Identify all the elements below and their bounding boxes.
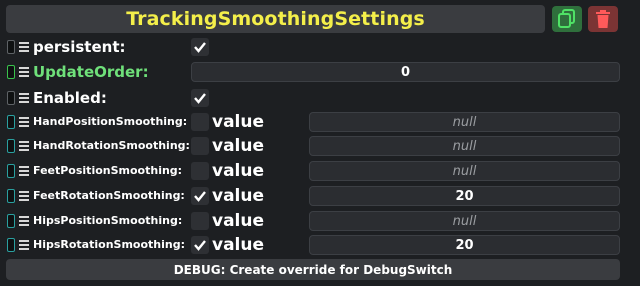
drag-handle[interactable]: [7, 91, 15, 105]
trash-icon: [596, 10, 610, 28]
field-row-feet-position-smoothing: FeetPositionSmoothing: value null: [0, 159, 640, 183]
field-row-hips-rotation-smoothing: HipsRotationSmoothing: value 20: [0, 233, 640, 257]
field-menu-icon[interactable]: [19, 240, 29, 250]
field-menu-icon[interactable]: [19, 166, 29, 176]
value-label: value: [212, 136, 265, 156]
field-row-hips-position-smoothing: HipsPositionSmoothing: value null: [0, 209, 640, 233]
smoothing-value-field[interactable]: null: [309, 112, 620, 132]
field-menu-icon[interactable]: [19, 117, 29, 127]
drag-handle[interactable]: [7, 164, 15, 178]
field-menu-icon[interactable]: [19, 141, 29, 151]
field-label: UpdateOrder:: [33, 63, 149, 81]
field-menu-icon[interactable]: [19, 42, 29, 52]
field-menu-icon[interactable]: [19, 216, 29, 226]
duplicate-button[interactable]: [552, 6, 582, 32]
checkmark-icon: [194, 240, 206, 251]
field-row-update-order: UpdateOrder: 0: [0, 60, 640, 84]
field-menu-icon[interactable]: [19, 67, 29, 77]
value-label: value: [212, 161, 265, 181]
field-row-feet-rotation-smoothing: FeetRotationSmoothing: value 20: [0, 184, 640, 208]
checkmark-icon: [194, 42, 206, 53]
has-value-checkbox[interactable]: [191, 137, 209, 155]
inspector-panel: TrackingSmoothingSettings persistent: Up…: [0, 0, 640, 286]
value-label: value: [212, 211, 265, 231]
drag-handle[interactable]: [7, 139, 15, 153]
has-value-checkbox[interactable]: [191, 162, 209, 180]
field-row-hand-position-smoothing: HandPositionSmoothing: value null: [0, 110, 640, 134]
field-row-persistent: persistent:: [0, 35, 640, 59]
debug-override-button[interactable]: DEBUG: Create override for DebugSwitch: [6, 259, 620, 280]
has-value-checkbox[interactable]: [191, 187, 209, 205]
drag-handle[interactable]: [7, 214, 15, 228]
drag-handle[interactable]: [7, 40, 15, 54]
field-label: FeetPositionSmoothing:: [33, 164, 183, 177]
field-label: Enabled:: [33, 89, 107, 107]
value-label: value: [212, 235, 265, 255]
copy-icon: [558, 9, 575, 28]
field-label: HipsPositionSmoothing:: [33, 214, 183, 227]
checkmark-icon: [194, 93, 206, 104]
field-label: HipsRotationSmoothing:: [33, 238, 185, 251]
smoothing-value-field[interactable]: null: [309, 161, 620, 181]
has-value-checkbox[interactable]: [191, 212, 209, 230]
has-value-checkbox[interactable]: [191, 236, 209, 254]
drag-handle[interactable]: [7, 189, 15, 203]
delete-button[interactable]: [588, 6, 618, 32]
field-menu-icon[interactable]: [19, 93, 29, 103]
field-label: persistent:: [33, 38, 126, 56]
field-row-hand-rotation-smoothing: HandRotationSmoothing: value null: [0, 134, 640, 158]
drag-handle[interactable]: [7, 115, 15, 129]
smoothing-value-field[interactable]: null: [309, 136, 620, 156]
value-label: value: [212, 112, 265, 132]
component-title: TrackingSmoothingSettings: [126, 8, 425, 30]
update-order-input[interactable]: 0: [191, 62, 620, 82]
component-title-bar: TrackingSmoothingSettings: [6, 5, 545, 33]
field-label: FeetRotationSmoothing:: [33, 189, 185, 202]
field-label: HandRotationSmoothing:: [33, 139, 190, 152]
field-menu-icon[interactable]: [19, 191, 29, 201]
smoothing-value-field[interactable]: 20: [309, 235, 620, 255]
field-label: HandPositionSmoothing:: [33, 115, 188, 128]
drag-handle[interactable]: [7, 238, 15, 252]
smoothing-value-field[interactable]: null: [309, 211, 620, 231]
field-row-enabled: Enabled:: [0, 86, 640, 110]
value-label: value: [212, 186, 265, 206]
enabled-checkbox[interactable]: [191, 89, 209, 107]
persistent-checkbox[interactable]: [191, 38, 209, 56]
drag-handle[interactable]: [7, 65, 15, 79]
has-value-checkbox[interactable]: [191, 113, 209, 131]
checkmark-icon: [194, 191, 206, 202]
smoothing-value-field[interactable]: 20: [309, 186, 620, 206]
